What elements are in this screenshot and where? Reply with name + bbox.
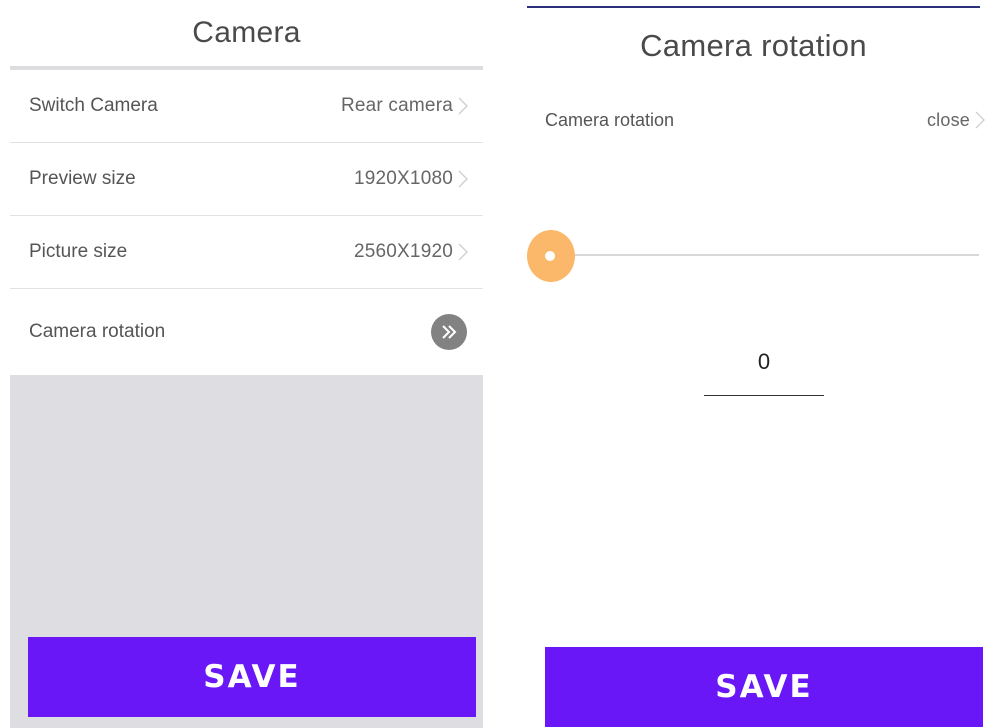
- switch-camera-row[interactable]: Switch Camera Rear camera: [10, 70, 483, 143]
- slider-thumb[interactable]: [527, 230, 575, 282]
- camera-rotation-toggle-row[interactable]: Camera rotation close: [545, 100, 986, 140]
- rotation-value-input[interactable]: 0: [704, 340, 824, 396]
- switch-camera-value-group: Rear camera: [341, 95, 469, 117]
- switch-camera-value: Rear camera: [340, 95, 453, 116]
- page-title: Camera rotation: [640, 28, 867, 63]
- rotation-slider[interactable]: [527, 230, 982, 282]
- chevron-right-icon: [458, 170, 468, 188]
- preview-size-row[interactable]: Preview size 1920X1080: [10, 143, 483, 216]
- preview-size-value-group: 1920X1080: [354, 168, 469, 190]
- preview-size-label: Preview size: [29, 168, 136, 189]
- chevron-right-icon: [975, 111, 985, 129]
- camera-settings-panel: Camera Switch Camera Rear camera Preview…: [10, 0, 483, 728]
- camera-rotation-label: Camera rotation: [29, 321, 166, 342]
- chevron-right-icon: [458, 97, 468, 115]
- slider-thumb-center: [545, 251, 555, 261]
- top-divider: [527, 6, 980, 8]
- camera-rotation-value: close: [926, 109, 970, 130]
- slider-track[interactable]: [547, 254, 979, 256]
- camera-rotation-open-button[interactable]: [431, 314, 467, 350]
- camera-rotation-label: Camera rotation: [545, 109, 675, 130]
- camera-rotation-panel: Camera rotation Camera rotation close 0 …: [527, 0, 988, 728]
- switch-camera-label: Switch Camera: [29, 95, 158, 116]
- header: Camera: [10, 0, 483, 68]
- camera-rotation-value-group: close: [927, 109, 986, 131]
- settings-list: Switch Camera Rear camera Preview size 1…: [10, 70, 483, 375]
- preview-size-value: 1920X1080: [353, 168, 453, 189]
- chevron-right-icon: [458, 243, 468, 261]
- picture-size-value: 2560X1920: [353, 241, 453, 262]
- picture-size-row[interactable]: Picture size 2560X1920: [10, 216, 483, 289]
- save-button[interactable]: SAVE: [28, 637, 476, 717]
- picture-size-label: Picture size: [29, 241, 128, 262]
- camera-rotation-row[interactable]: Camera rotation: [10, 289, 483, 375]
- double-chevron-right-icon: [442, 325, 457, 339]
- save-button[interactable]: SAVE: [545, 647, 983, 727]
- page-title: Camera: [192, 16, 301, 49]
- picture-size-value-group: 2560X1920: [354, 241, 469, 263]
